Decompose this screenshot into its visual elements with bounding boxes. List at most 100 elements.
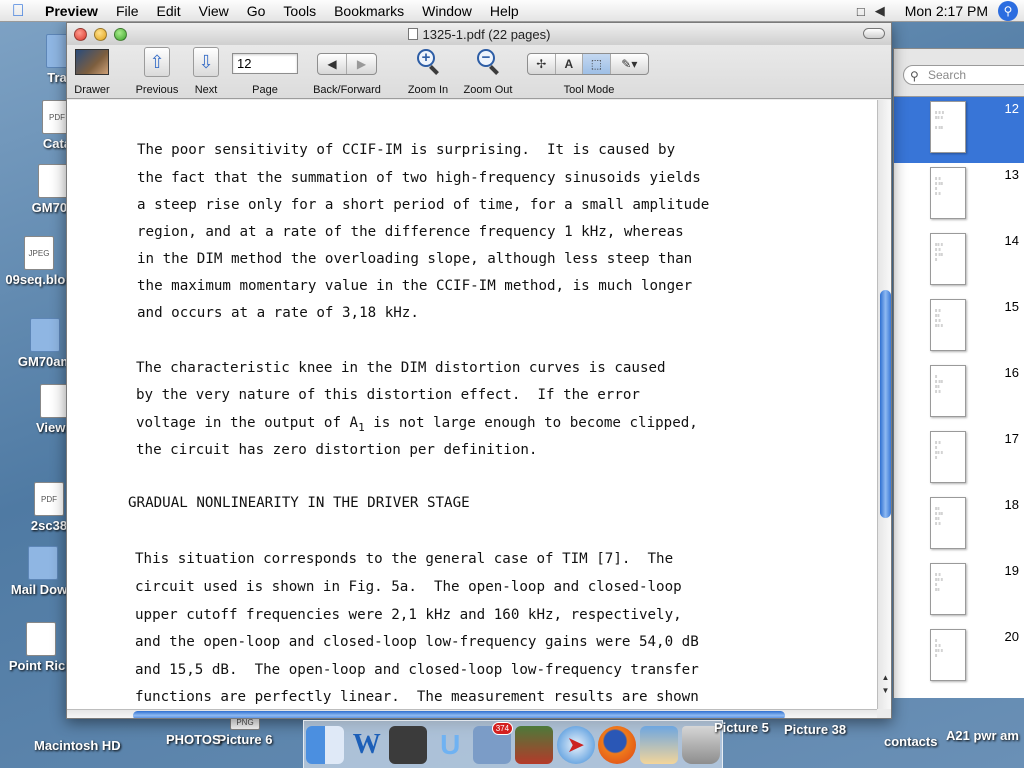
window-titlebar[interactable]: 1325-1.pdf (22 pages) (67, 23, 891, 45)
zoom-out-button[interactable]: − Zoom Out (459, 47, 517, 96)
annotate-tool-icon[interactable]: ✎▾ (611, 54, 648, 74)
ical-icon[interactable]: U (431, 726, 469, 764)
page-number: 16 (1004, 365, 1019, 380)
finder-icon[interactable] (305, 725, 344, 764)
vertical-scroll-thumb[interactable] (880, 290, 891, 518)
script-menu-icon[interactable]: □ (857, 4, 865, 19)
thumbnail-page[interactable]: ≡ ≡ ≡ ≡≡ ≡ ≡ ≡ 13 (894, 163, 1024, 229)
page-number-input[interactable] (232, 53, 298, 74)
page-number: 19 (1004, 563, 1019, 578)
text-line: the maximum momentary value in the CCIF-… (137, 278, 693, 294)
back-arrow-icon[interactable]: ◀ (318, 54, 348, 74)
horizontal-scrollbar[interactable] (67, 709, 877, 718)
page-thumbnail: ≡ ≡ ≡ ≡≡ ≡ ≡ ≡ (930, 167, 966, 219)
menu-go[interactable]: Go (238, 0, 275, 22)
text-line: voltage in the output of A1 is not large… (136, 415, 698, 434)
arrow-up-icon: ⇧ (144, 47, 170, 77)
menu-help[interactable]: Help (481, 0, 528, 22)
document-icon (38, 164, 68, 198)
menu-window[interactable]: Window (413, 0, 481, 22)
zoom-in-button[interactable]: + Zoom In (405, 47, 451, 96)
thumbnail-page[interactable]: ≡≡ ≡ ≡ ≡ ≡ ≡≡ ≡ 14 (894, 229, 1024, 295)
apple-menu-icon[interactable]:  (0, 1, 36, 21)
text-line: The characteristic knee in the DIM disto… (136, 360, 666, 376)
thumbnail-page[interactable]: ≡ ≡ ≡≡ ≡ ≡ ≡≡ ≡ 15 (894, 295, 1024, 361)
page-thumbnail: ≡≡ ≡ ≡≡ ≡≡ ≡ ≡ (930, 497, 966, 549)
desktop-icon-label: GM70am (17, 354, 73, 369)
previous-button[interactable]: ⇧ Previous (135, 47, 179, 96)
activity-monitor-icon[interactable] (514, 725, 553, 764)
text-line: the fact that the summation of two high-… (137, 170, 701, 186)
select-tool-icon[interactable]: ⬚ (583, 54, 611, 74)
safari-icon[interactable]: ➤ (556, 725, 595, 764)
page-thumbnail: ≡ ≡ ≡≡ ≡≡ ≡ ≡ (930, 365, 966, 417)
previous-label: Previous (135, 84, 179, 96)
drawer-button[interactable]: Drawer (69, 47, 115, 96)
page-number: 12 (1004, 101, 1019, 116)
horizontal-scroll-thumb[interactable] (133, 711, 785, 718)
desktop-icon-label: 2sc38 (30, 518, 68, 533)
mail-badge: 374 (491, 721, 514, 735)
menu-bookmarks[interactable]: Bookmarks (325, 0, 413, 22)
printer-icon[interactable] (389, 725, 428, 764)
thumbnail-drawer: ⚲ Search ≡ ≡ ≡ ≡≡ ≡ ≡ ≡≡ 12 ≡ ≡ ≡ ≡≡ ≡ ≡ ≡ 13 ≡… (893, 48, 1024, 698)
toolbar-toggle-button[interactable] (863, 28, 885, 39)
thumbnail-list: ≡ ≡ ≡ ≡≡ ≡ ≡ ≡≡ 12 ≡ ≡ ≡ ≡≡ ≡ ≡ ≡ 13 ≡≡ ≡ ≡ ≡ ≡ ≡… (894, 96, 1024, 698)
thumbnail-page[interactable]: ≡ ≡ ≡≡ ≡≡ ≡ ≡ 16 (894, 361, 1024, 427)
word-icon[interactable]: W (348, 726, 386, 764)
page-number: 14 (1004, 233, 1019, 248)
page-number: 20 (1004, 629, 1019, 644)
menu-view[interactable]: View (190, 0, 238, 22)
text-tool-icon[interactable]: A (556, 54, 584, 74)
text-line: functions are perfectly linear. The meas… (135, 689, 699, 705)
thumbnail-page[interactable]: ≡ ≡ ≡ ≡≡ ≡ ≡ 20 (894, 625, 1024, 691)
text-line: region, and at a rate of the difference … (137, 224, 684, 240)
dock: W U 374 ➤ (303, 720, 723, 768)
search-icon: ⚲ (910, 69, 919, 83)
menu-bar:  Preview File Edit View Go Tools Bookma… (0, 0, 1024, 22)
vertical-scrollbar[interactable]: ▲ ▼ (877, 100, 891, 709)
volume-icon[interactable]: ◀ (875, 3, 885, 19)
preview-app-icon[interactable] (640, 725, 679, 764)
menu-edit[interactable]: Edit (148, 0, 190, 22)
back-forward-control: ◀ ▶ Back/Forward (307, 47, 387, 96)
page-thumbnail: ≡ ≡ ≡ ≡≡ ≡ ≡ (930, 629, 966, 681)
desktop-icon-photos[interactable]: PHOTOS (166, 732, 221, 747)
page-thumbnail: ≡≡ ≡ ≡ ≡ ≡ ≡≡ ≡ (930, 233, 966, 285)
thumbnail-page[interactable]: ≡ ≡ ≡≡ ≡ ≡ ≡≡ 19 (894, 559, 1024, 625)
thumbnail-page[interactable]: ≡≡ ≡ ≡≡ ≡≡ ≡ ≡ 18 (894, 493, 1024, 559)
search-field[interactable]: ⚲ Search (903, 65, 1024, 85)
move-tool-icon[interactable]: ✢ (528, 54, 556, 74)
next-label: Next (194, 84, 218, 96)
back-forward-label: Back/Forward (313, 84, 381, 96)
document-view[interactable]: The poor sensitivity of CCIF-IM is surpr… (67, 100, 877, 709)
desktop-icon-label: 09seq.bloc (5, 272, 73, 287)
page-label: Page (252, 84, 278, 96)
menu-app-preview[interactable]: Preview (36, 0, 107, 22)
scroll-down-arrow-icon[interactable]: ▼ (878, 685, 891, 697)
desktop-icon-picture-38[interactable]: Picture 38 (784, 722, 846, 737)
desktop-icon-macintosh-hd[interactable]: Macintosh HD (34, 738, 121, 753)
menu-tools[interactable]: Tools (274, 0, 325, 22)
text-line: a steep rise only for a short period of … (137, 197, 710, 213)
toolbar: Drawer ⇧ Previous ⇩ Next Page ◀ ▶ Back/F… (67, 45, 891, 99)
firefox-icon[interactable] (598, 725, 637, 764)
text-span: voltage in the output of A (136, 415, 359, 431)
spotlight-search-icon[interactable]: ⚲ (998, 1, 1018, 21)
thumbnail-page[interactable]: ≡ ≡ ≡ ≡≡ ≡ ≡ ≡≡ 12 (894, 97, 1024, 163)
desktop-icon-picture-5[interactable]: Picture 5 (714, 720, 769, 735)
back-forward-segmented: ◀ ▶ (317, 53, 377, 75)
mail-icon[interactable]: 374 (473, 721, 514, 764)
next-button[interactable]: ⇩ Next (191, 47, 221, 96)
scroll-up-arrow-icon[interactable]: ▲ (878, 672, 891, 684)
desktop-icon-contacts[interactable]: contacts (884, 734, 937, 749)
zoom-out-icon: − (474, 47, 502, 75)
page-thumbnail: ≡ ≡ ≡≡ ≡ ≡ ≡≡ ≡ (930, 299, 966, 351)
page-thumbnail: ≡ ≡ ≡≡ ≡ ≡ ≡≡ (930, 563, 966, 615)
thumbnail-page[interactable]: ≡ ≡ ≡ ≡≡ ≡ ≡ 17 (894, 427, 1024, 493)
desktop-icon-a21-pwr-am[interactable]: A21 pwr am (946, 728, 1019, 743)
menu-clock[interactable]: Mon 2:17 PM (895, 3, 988, 19)
text-line: upper cutoff frequencies were 2,1 kHz an… (135, 607, 682, 623)
menu-file[interactable]: File (107, 0, 148, 22)
forward-arrow-icon[interactable]: ▶ (347, 54, 376, 74)
